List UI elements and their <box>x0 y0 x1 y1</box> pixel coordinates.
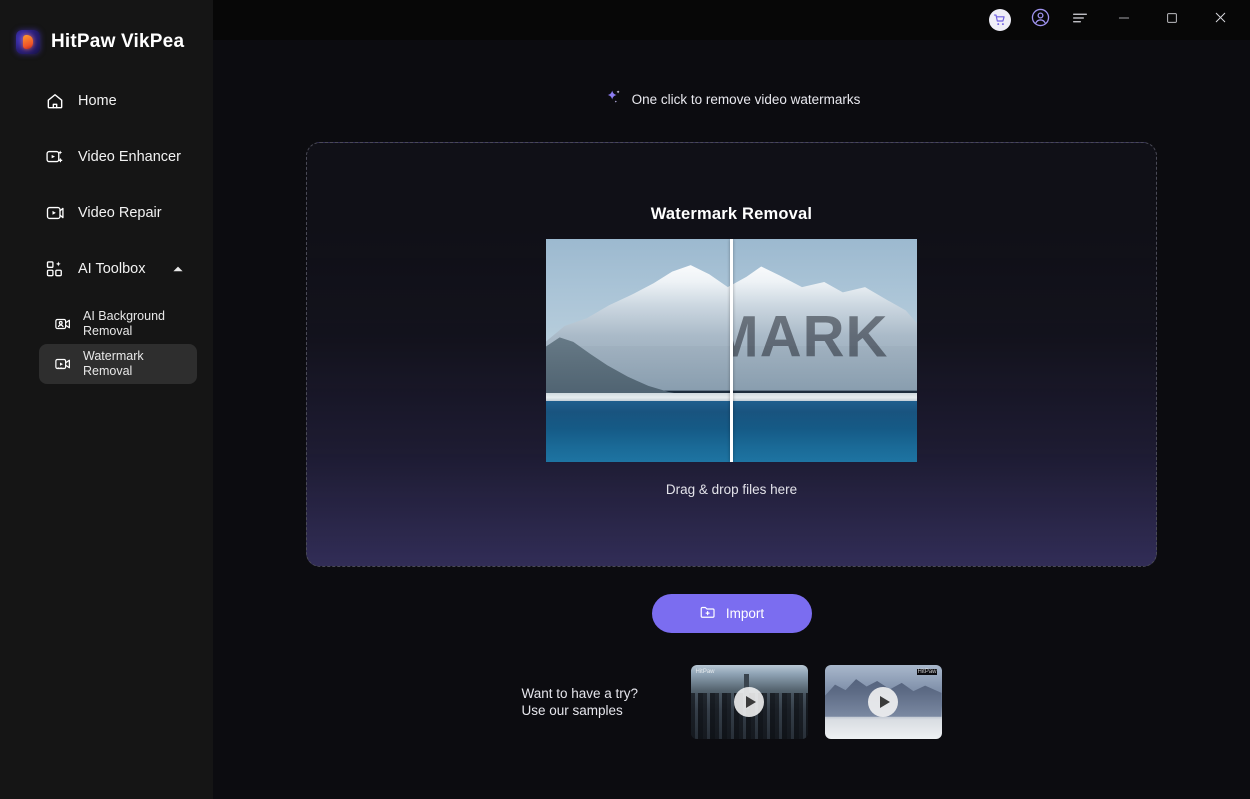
sidebar-item-watermark-removal[interactable]: Watermark Removal <box>39 344 197 384</box>
home-icon <box>45 91 65 111</box>
brand-name: HitPaw VikPea <box>51 31 185 52</box>
sidebar-item-label: AI Toolbox <box>78 261 146 277</box>
sidebar-item-ai-background-removal[interactable]: AI Background Removal <box>39 304 197 344</box>
app-window: HitPaw VikPea Home Video Enhancer Video … <box>0 0 1250 799</box>
sidebar-item-video-enhancer[interactable]: Video Enhancer <box>16 136 197 178</box>
sidebar-item-ai-toolbox[interactable]: AI Toolbox <box>16 248 197 290</box>
video-enhancer-icon <box>45 147 65 167</box>
import-button-label: Import <box>725 606 765 621</box>
menu-button[interactable] <box>1060 0 1100 40</box>
sidebar-item-label: Video Repair <box>78 205 162 221</box>
tagline-text: One click to remove video watermarks <box>631 91 861 107</box>
sample-watermark-label: HitPaw <box>695 669 715 675</box>
close-icon <box>1212 9 1229 31</box>
watermark-removal-icon <box>54 355 72 373</box>
sidebar: HitPaw VikPea Home Video Enhancer Video … <box>0 0 213 799</box>
sidebar-item-label: Video Enhancer <box>78 149 181 165</box>
sidebar-item-video-repair[interactable]: Video Repair <box>16 192 197 234</box>
maximize-button[interactable] <box>1148 0 1196 40</box>
sample-video-city[interactable]: HitPaw <box>690 665 808 739</box>
play-icon[interactable] <box>868 687 898 717</box>
menu-icon <box>1071 9 1089 32</box>
main-panel: One click to remove video watermarks Wat… <box>213 40 1250 799</box>
titlebar <box>213 0 1250 40</box>
cart-button[interactable] <box>980 0 1020 40</box>
chevron-up-icon[interactable] <box>171 262 185 276</box>
comparison-slider-divider[interactable] <box>730 239 733 462</box>
sample-watermark-label: HitPaw <box>917 669 937 675</box>
tagline: One click to remove video watermarks <box>603 87 861 112</box>
close-button[interactable] <box>1196 0 1244 40</box>
sample-video-mountain[interactable]: HitPaw <box>824 665 942 739</box>
sidebar-subnav: AI Background Removal Watermark Removal <box>0 304 213 384</box>
account-button[interactable] <box>1020 0 1060 40</box>
ai-toolbox-icon <box>45 259 65 279</box>
sidebar-nav: Home Video Enhancer Video Repair AI Tool… <box>0 80 213 384</box>
import-button[interactable]: Import <box>651 594 812 633</box>
cart-icon <box>989 9 1011 31</box>
ai-background-removal-icon <box>54 315 72 333</box>
samples-text: Want to have a try? Use our samples <box>521 686 639 718</box>
watermark-before-after-preview: RMARK <box>546 239 917 462</box>
sidebar-subitem-label: Watermark Removal <box>83 349 144 378</box>
folder-plus-icon <box>699 603 717 624</box>
minimize-button[interactable] <box>1100 0 1148 40</box>
minimize-icon <box>1116 10 1132 31</box>
maximize-icon <box>1164 10 1180 31</box>
sidebar-item-home[interactable]: Home <box>16 80 197 122</box>
dropzone[interactable]: Watermark Removal RMARK Drag & drop file… <box>306 142 1157 567</box>
content-area: One click to remove video watermarks Wat… <box>213 0 1250 799</box>
brand: HitPaw VikPea <box>0 0 213 62</box>
video-repair-icon <box>45 203 65 223</box>
samples-section: Want to have a try? Use our samples HitP… <box>522 665 942 739</box>
account-icon <box>1030 7 1051 33</box>
sidebar-item-label: Home <box>78 93 117 109</box>
play-icon[interactable] <box>734 687 764 717</box>
hitpaw-logo-icon <box>16 30 40 54</box>
sidebar-subitem-label: AI Background Removal <box>83 309 165 338</box>
dropzone-hint: Drag & drop files here <box>665 482 798 497</box>
sparkle-icon <box>603 87 623 112</box>
dropzone-title: Watermark Removal <box>650 205 813 223</box>
